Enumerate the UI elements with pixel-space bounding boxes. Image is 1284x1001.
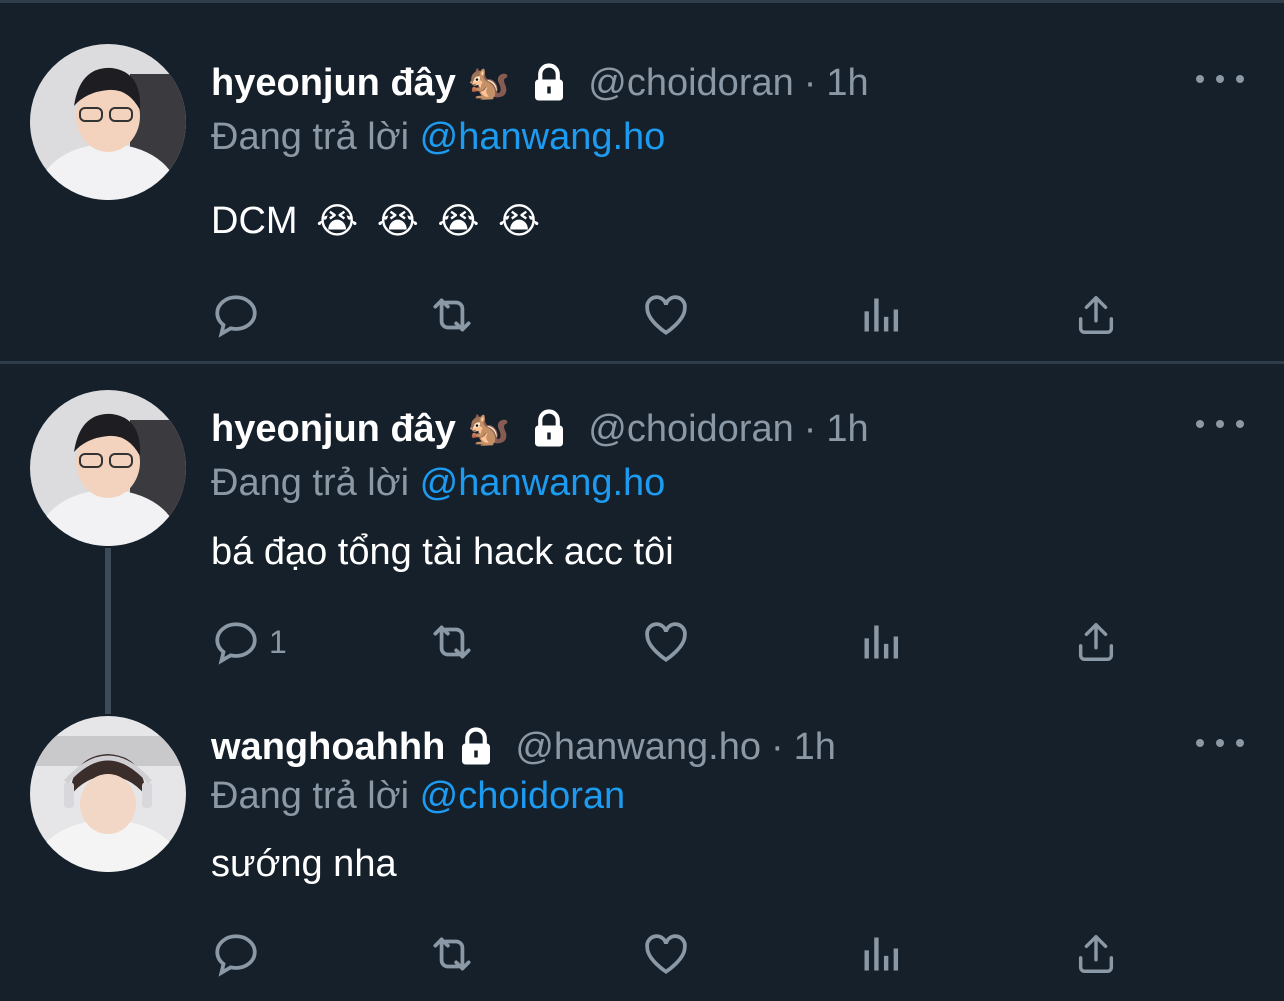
retweet-button[interactable] bbox=[425, 929, 479, 979]
analytics-icon bbox=[864, 937, 899, 971]
reply-mention[interactable]: @choidoran bbox=[420, 775, 625, 817]
analytics-icon bbox=[864, 625, 899, 659]
share-button[interactable] bbox=[1073, 617, 1119, 667]
action-bar bbox=[211, 929, 1131, 979]
reply-context: Đang trả lời @choidoran bbox=[211, 775, 625, 818]
timestamp[interactable]: 1h bbox=[794, 726, 836, 769]
heart-icon bbox=[645, 622, 687, 662]
share-button[interactable] bbox=[1073, 929, 1119, 979]
thread-line bbox=[105, 548, 111, 714]
handle[interactable]: @hanwang.ho bbox=[515, 726, 761, 769]
action-bar bbox=[211, 290, 1131, 340]
crying-emoji: 😭 bbox=[376, 200, 419, 241]
views-button[interactable] bbox=[859, 290, 903, 340]
more-icon[interactable] bbox=[1196, 731, 1244, 755]
share-icon bbox=[1078, 623, 1114, 661]
action-bar: 1 bbox=[211, 617, 1131, 667]
tweet-text: sướng nha bbox=[211, 843, 397, 885]
reply-button[interactable]: 1 bbox=[211, 617, 287, 667]
tweet-header: hyeonjun đây 🐿️ @choidoran · 1h bbox=[211, 404, 869, 454]
handle[interactable]: @choidoran bbox=[588, 408, 793, 451]
lock-icon bbox=[528, 62, 570, 104]
timestamp[interactable]: 1h bbox=[826, 62, 868, 105]
reply-context: Đang trả lời @hanwang.ho bbox=[211, 462, 665, 505]
display-name[interactable]: hyeonjun đây bbox=[211, 62, 456, 105]
tweet-header: wanghoahhh @hanwang.ho · 1h bbox=[211, 722, 836, 772]
tweet-header: hyeonjun đây 🐿️ @choidoran · 1h bbox=[211, 58, 869, 108]
share-button[interactable] bbox=[1073, 290, 1119, 340]
reply-icon bbox=[215, 934, 257, 977]
tweet-text: bá đạo tổng tài hack acc tôi bbox=[211, 531, 674, 573]
reply-prefix: Đang trả lời bbox=[211, 462, 410, 504]
reply-icon bbox=[215, 622, 257, 665]
handle[interactable]: @choidoran bbox=[588, 62, 793, 105]
top-border bbox=[0, 0, 1284, 3]
like-button[interactable] bbox=[641, 617, 691, 667]
lock-icon bbox=[528, 408, 570, 450]
heart-icon bbox=[645, 934, 687, 974]
separator-dot: · bbox=[803, 407, 817, 450]
reply-button[interactable] bbox=[211, 929, 261, 979]
squirrel-emoji: 🐿️ bbox=[467, 64, 511, 102]
tweet-text: DCM 😭 😭 😭 😭 bbox=[211, 200, 540, 243]
avatar[interactable] bbox=[30, 390, 186, 546]
retweet-icon bbox=[433, 625, 471, 659]
crying-emoji: 😭 bbox=[498, 200, 541, 241]
like-button[interactable] bbox=[641, 290, 691, 340]
reply-prefix: Đang trả lời bbox=[211, 775, 410, 817]
crying-emoji: 😭 bbox=[437, 200, 480, 241]
lock-icon bbox=[455, 726, 497, 768]
reply-prefix: Đang trả lời bbox=[211, 116, 410, 158]
reply-mention[interactable]: @hanwang.ho bbox=[420, 116, 666, 158]
timestamp[interactable]: 1h bbox=[826, 408, 868, 451]
reply-mention[interactable]: @hanwang.ho bbox=[420, 462, 666, 504]
avatar[interactable] bbox=[30, 716, 186, 872]
reply-button[interactable] bbox=[211, 290, 261, 340]
reply-context: Đang trả lời @hanwang.ho bbox=[211, 116, 665, 159]
display-name[interactable]: hyeonjun đây bbox=[211, 408, 456, 451]
retweet-icon bbox=[433, 937, 471, 971]
retweet-button[interactable] bbox=[425, 617, 479, 667]
views-button[interactable] bbox=[859, 929, 903, 979]
reply-count: 1 bbox=[269, 623, 287, 660]
more-icon[interactable] bbox=[1196, 412, 1244, 436]
heart-icon bbox=[645, 295, 687, 335]
separator-dot: · bbox=[803, 61, 817, 104]
separator-dot: · bbox=[770, 725, 784, 768]
views-button[interactable] bbox=[859, 617, 903, 667]
display-name[interactable]: wanghoahhh bbox=[211, 726, 445, 769]
analytics-icon bbox=[864, 298, 899, 332]
crying-emoji: 😭 bbox=[316, 200, 359, 241]
retweet-icon bbox=[433, 298, 471, 332]
retweet-button[interactable] bbox=[425, 290, 479, 340]
share-icon bbox=[1078, 935, 1114, 973]
reply-icon bbox=[215, 295, 257, 338]
more-icon[interactable] bbox=[1196, 67, 1244, 91]
squirrel-emoji: 🐿️ bbox=[467, 410, 511, 448]
tweet-text-content: DCM bbox=[211, 200, 298, 242]
avatar[interactable] bbox=[30, 44, 186, 200]
like-button[interactable] bbox=[641, 929, 691, 979]
tweet-divider bbox=[0, 361, 1284, 364]
share-icon bbox=[1078, 296, 1114, 334]
